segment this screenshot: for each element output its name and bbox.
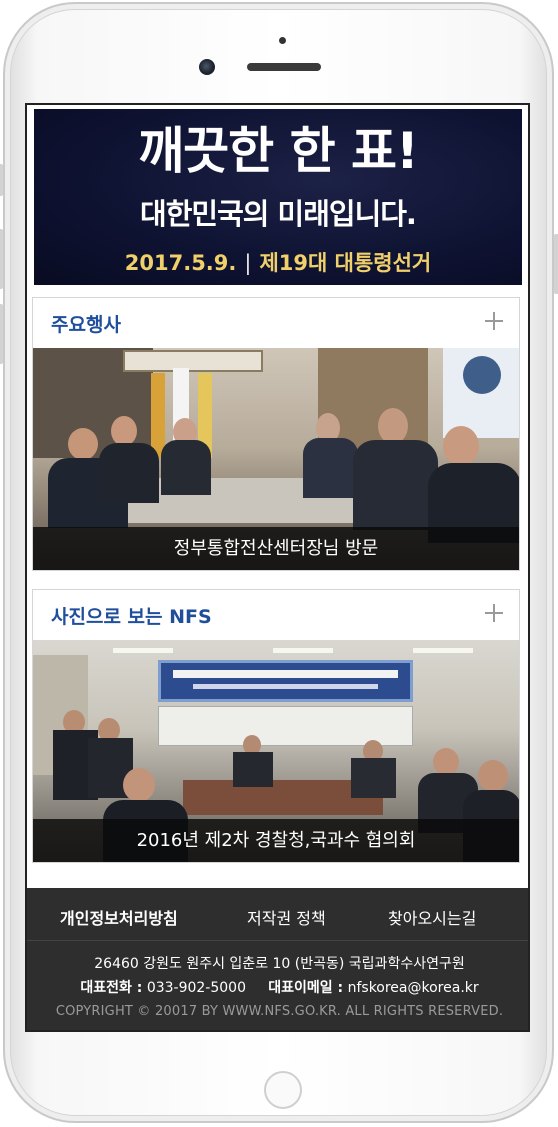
- banner-subtitle: 대한민국의 미래입니다.: [140, 197, 417, 231]
- footer-links: 개인정보처리방침 저작권 정책 찾아오시는길: [27, 888, 528, 941]
- plus-icon[interactable]: [481, 600, 507, 626]
- phone-screen: 깨끗한 한 표! 대한민국의 미래입니다. 2017.5.9. | 제19대 대통령…: [25, 103, 530, 1032]
- email-address[interactable]: nfskorea@korea.kr: [348, 980, 479, 996]
- photo-caption: 2016년 제2차 경찰청,국과수 협의회: [33, 819, 519, 862]
- proximity-sensor: [279, 37, 286, 44]
- section-title[interactable]: 사진으로 보는 NFS: [51, 602, 212, 629]
- home-button[interactable]: [264, 1071, 302, 1109]
- privacy-policy-link[interactable]: 개인정보처리방침: [60, 905, 178, 929]
- banner-date-line: 2017.5.9. | 제19대 대통령선거: [34, 247, 522, 277]
- email-label: 대표이메일 :: [268, 980, 344, 996]
- earpiece-speaker: [247, 63, 321, 71]
- section-header: 주요행사: [33, 298, 519, 348]
- banner-election: 제19대 대통령선거: [259, 251, 432, 275]
- section-main-events: 주요행사 정부통합전산센터장님 방문: [32, 297, 520, 571]
- banner-separator: |: [244, 251, 252, 275]
- phone-label: 대표전화 :: [80, 980, 143, 996]
- section-title[interactable]: 주요행사: [51, 310, 121, 337]
- section-header: 사진으로 보는 NFS: [33, 590, 519, 640]
- plus-icon[interactable]: [481, 308, 507, 334]
- event-photo[interactable]: 정부통합전산센터장님 방문: [33, 348, 519, 570]
- gallery-photo[interactable]: 2016년 제2차 경찰청,국과수 협의회: [33, 640, 519, 862]
- site-footer: 개인정보처리방침 저작권 정책 찾아오시는길 26460 강원도 원주시 입춘로…: [27, 888, 528, 1030]
- volume-down-button: [0, 304, 3, 364]
- front-camera: [199, 59, 215, 75]
- phone-number[interactable]: 033-902-5000: [147, 980, 246, 996]
- footer-contact: 대표전화 : 033-902-5000 대표이메일 : nfskorea@kor…: [27, 977, 528, 997]
- election-banner[interactable]: 깨끗한 한 표! 대한민국의 미래입니다. 2017.5.9. | 제19대 대통령…: [34, 109, 522, 285]
- power-button: [554, 234, 558, 294]
- footer-address: 26460 강원도 원주시 입춘로 10 (반곡동) 국립과학수사연구원: [94, 956, 465, 972]
- section-photo-nfs: 사진으로 보는 NFS 2016년 제2차 경찰청,국과수 협의회: [32, 589, 520, 863]
- copyright-policy-link[interactable]: 저작권 정책: [247, 905, 326, 929]
- photo-caption: 정부통합전산센터장님 방문: [33, 527, 519, 570]
- banner-date: 2017.5.9.: [124, 251, 237, 275]
- directions-link[interactable]: 찾아오시는길: [388, 905, 476, 929]
- copyright-text: COPYRIGHT © 20017 BY WWW.NFS.GO.KR. ALL …: [55, 1004, 504, 1019]
- volume-up-button: [0, 229, 3, 289]
- mute-switch: [0, 164, 3, 196]
- banner-title: 깨끗한 한 표!: [138, 122, 419, 180]
